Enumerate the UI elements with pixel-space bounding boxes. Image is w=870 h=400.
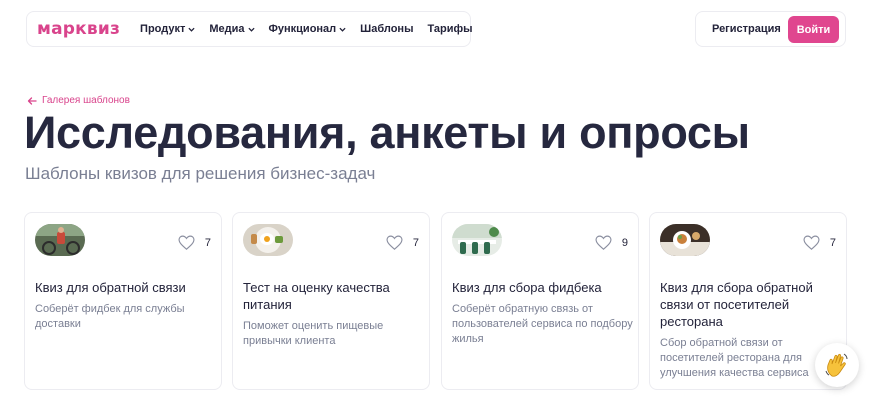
nav-item-product[interactable]: Продукт [140, 23, 195, 35]
register-button[interactable]: Регистрация [712, 23, 781, 35]
likes-count: 7 [829, 236, 836, 249]
chevron-down-icon [339, 27, 346, 32]
heart-icon[interactable] [386, 235, 403, 250]
interior-photo [452, 224, 502, 256]
card-description: Поможет оценить пищевые привычки клиента [243, 320, 384, 347]
heart-icon[interactable] [595, 235, 612, 250]
arrow-left-icon [27, 96, 37, 105]
card-description: Соберёт фидбек для службы доставки [35, 303, 185, 330]
waving-hand-icon [825, 353, 848, 377]
heart-icon[interactable] [178, 235, 195, 250]
restaurant-photo [660, 224, 710, 256]
heart-icon[interactable] [803, 235, 820, 250]
nav-item-media[interactable]: Медиа [209, 23, 255, 35]
page-title: Исследования, анкеты и опросы [24, 107, 750, 158]
card-title: Тест на оценку качества питания [243, 280, 390, 312]
courier-photo [35, 224, 85, 256]
nav-item-label: Шаблоны [360, 23, 414, 35]
likes: 7 [386, 235, 419, 250]
nav-item-templates[interactable]: Шаблоны [360, 23, 413, 35]
nav-item-features[interactable]: Функционал [269, 23, 347, 35]
nav-item-label: Тарифы [427, 23, 473, 35]
chevron-down-icon [188, 27, 195, 32]
main-navigation: марквиз Продукт Медиа Функционал Шаблоны… [26, 11, 473, 47]
chevron-down-icon [247, 27, 255, 32]
logo[interactable]: марквиз [37, 19, 120, 39]
chat-widget-button[interactable] [815, 343, 859, 387]
likes-count: 7 [412, 236, 419, 249]
card-description: Сбор обратной связи от посетителей ресто… [660, 337, 809, 379]
likes: 7 [178, 235, 211, 250]
nav-item-pricing[interactable]: Тарифы [427, 23, 472, 35]
page-subtitle: Шаблоны квизов для решения бизнес-задач [25, 164, 376, 183]
nav-item-label: Функционал [268, 23, 337, 35]
breakfast-photo [243, 224, 293, 256]
template-card[interactable]: 9 Квиз для сбора фидбека Соберёт обратну… [441, 212, 639, 390]
card-title: Квиз для сбора обратной связи от посетит… [660, 280, 813, 329]
card-description: Соберёт обратную связь от пользователей … [452, 303, 633, 345]
login-button[interactable]: Войти [788, 16, 839, 43]
likes: 9 [595, 235, 628, 250]
nav-item-label: Продукт [140, 23, 186, 35]
likes-count: 9 [621, 236, 628, 249]
likes-count: 7 [204, 236, 211, 249]
nav-item-label: Медиа [209, 23, 245, 35]
template-card[interactable]: 7 Тест на оценку качества питания Поможе… [232, 212, 430, 390]
nav-menu: Продукт Медиа Функционал Шаблоны Тарифы [140, 23, 473, 35]
likes: 7 [803, 235, 836, 250]
card-title: Квиз для обратной связи [35, 280, 186, 295]
template-card[interactable]: 7 Квиз для обратной связи Соберёт фидбек… [24, 212, 222, 390]
card-title: Квиз для сбора фидбека [452, 280, 602, 295]
auth-panel: Регистрация Войти [695, 11, 846, 47]
